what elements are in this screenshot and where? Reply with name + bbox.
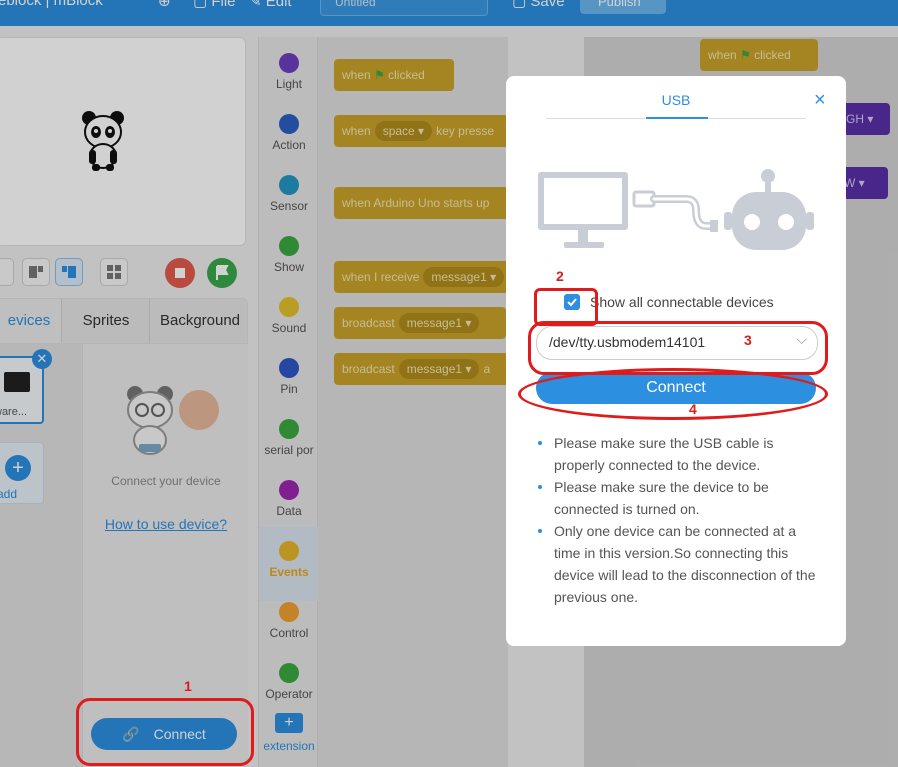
annotation-ring-modal-connect	[518, 368, 828, 420]
close-icon[interactable]: ×	[814, 90, 826, 110]
show-all-devices-label: Show all connectable devices	[590, 294, 774, 310]
tab-usb[interactable]: USB	[646, 92, 706, 108]
annotation-ring-port	[528, 321, 828, 375]
tab-usb-label: USB	[661, 92, 691, 108]
tab-usb-underline	[646, 117, 708, 119]
tip-item: Please make sure the device to be connec…	[536, 476, 826, 520]
annotation-step-1: 1	[184, 678, 192, 694]
annotation-step-4: 4	[689, 401, 697, 417]
connection-tips: Please make sure the USB cable is proper…	[536, 432, 826, 608]
usb-connection-illustration	[538, 169, 814, 250]
tip-item: Please make sure the USB cable is proper…	[536, 432, 826, 476]
annotation-step-2: 2	[556, 268, 564, 284]
annotation-ring-connect	[76, 698, 254, 766]
tip-item: Only one device can be connected at a ti…	[536, 520, 826, 608]
